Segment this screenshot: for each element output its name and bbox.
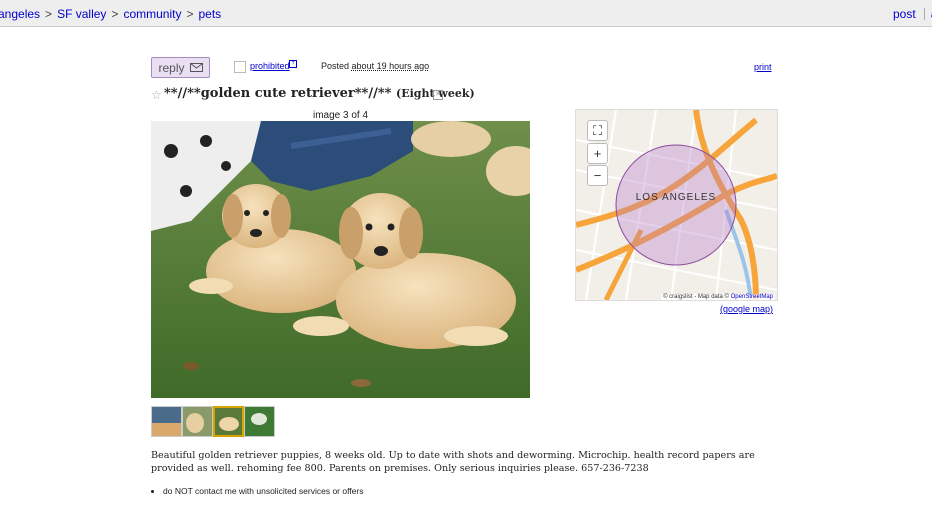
posting-body: Beautiful golden retriever puppies, 8 we… (151, 450, 755, 474)
favorite-star-icon[interactable]: ☆ (151, 88, 162, 102)
posting-title: **//**golden cute retriever**//** (Eight… (164, 86, 475, 101)
map-fullscreen-button[interactable]: ⛶ (587, 120, 608, 141)
osm-link[interactable]: OpenStreetMap (731, 294, 773, 300)
map-attribution: © craigslist - Map data © OpenStreetMap (661, 294, 775, 300)
thumbnail-strip (151, 406, 275, 437)
breadcrumb-subarea[interactable]: SF valley (57, 7, 106, 21)
reply-label: reply (158, 60, 185, 75)
print-link[interactable]: print (754, 62, 772, 72)
prohibited-checkbox[interactable] (234, 61, 246, 73)
breadcrumb-category[interactable]: pets (198, 7, 221, 21)
breadcrumb-section[interactable]: community (123, 7, 181, 21)
prohibited-link[interactable]: prohibited (250, 61, 290, 71)
thumbnail-3[interactable] (213, 406, 244, 437)
map-zoom-out-button[interactable]: − (587, 165, 608, 186)
notices-list: do NOT contact me with unsolicited servi… (151, 486, 363, 496)
posted-date: Posted about 19 hours ago (321, 61, 430, 71)
top-bar: angeles>SF valley>community>pets postac (0, 0, 932, 27)
main-photo[interactable] (151, 121, 530, 398)
thumbnail-1[interactable] (151, 406, 182, 437)
image-counter: image 3 of 4 (313, 110, 369, 121)
location-map[interactable]: LOS ANGELES ⛶ + − © craigslist - Map dat… (575, 109, 778, 301)
help-icon[interactable]: ? (289, 60, 297, 68)
breadcrumb-area[interactable]: angeles (0, 7, 40, 21)
post-link[interactable]: post (893, 7, 916, 21)
top-links: postac (893, 7, 932, 21)
google-map-link[interactable]: (google map) (720, 304, 773, 314)
map-city-label: LOS ANGELES (636, 192, 716, 203)
thumbnail-4[interactable] (244, 406, 275, 437)
breadcrumb: angeles > SF valley > community > pets (0, 7, 222, 21)
notice-item: do NOT contact me with unsolicited servi… (163, 486, 363, 496)
hide-posting-icon[interactable]: ✕ (433, 90, 443, 100)
puppies-photo-icon (151, 121, 530, 398)
mail-icon (189, 63, 203, 72)
reply-button[interactable]: reply (151, 57, 210, 78)
thumbnail-2[interactable] (182, 406, 213, 437)
map-zoom-in-button[interactable]: + (587, 143, 608, 164)
posted-time: about 19 hours ago (351, 61, 430, 71)
posting-title-text: **//**golden cute retriever**//** (164, 86, 392, 101)
